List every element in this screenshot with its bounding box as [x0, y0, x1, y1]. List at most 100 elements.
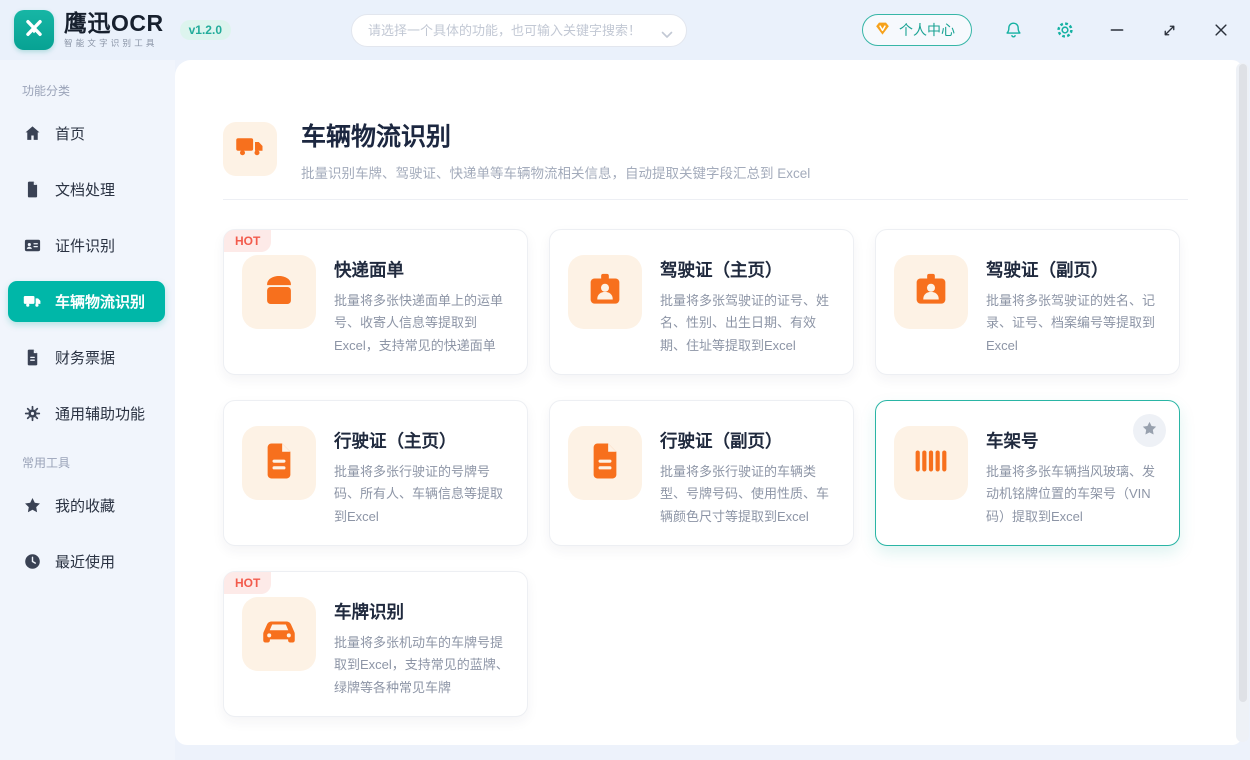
function-search — [351, 14, 687, 47]
star-icon — [1141, 420, 1158, 442]
sidebar-item-label: 通用辅助功能 — [55, 403, 145, 424]
app-tagline: 智能文字识别工具 — [64, 39, 164, 48]
card-icon-box — [568, 426, 642, 500]
feature-card-vehicle-license-main[interactable]: 行驶证（主页） 批量将多张行驶证的号牌号码、所有人、车辆信息等提取到Excel — [223, 400, 528, 546]
card-description: 批量将多张驾驶证的姓名、记录、证号、档案编号等提取到Excel — [986, 290, 1163, 357]
package-icon — [258, 269, 300, 316]
gear-icon — [23, 404, 42, 423]
card-title: 行驶证（主页） — [334, 428, 511, 453]
card-icon-box — [894, 255, 968, 329]
sidebar-item-home[interactable]: 首页 — [8, 113, 165, 154]
sidebar-item-vehicle-logistics[interactable]: 车辆物流识别 — [8, 281, 165, 322]
vip-diamond-icon — [873, 19, 892, 41]
star-icon — [23, 496, 42, 515]
app-name: 鹰迅OCR — [64, 12, 164, 35]
id-badge-icon — [584, 269, 626, 316]
sidebar-item-id-recognition[interactable]: 证件识别 — [8, 225, 165, 266]
feature-card-vin-number[interactable]: 车架号 批量将多张车辆挡风玻璃、发动机铭牌位置的车架号（VIN码）提取到Exce… — [875, 400, 1180, 546]
favorite-star-button[interactable] — [1133, 414, 1166, 447]
sidebar-item-label: 文档处理 — [55, 179, 115, 200]
sidebar-section-label: 功能分类 — [22, 82, 175, 99]
car-icon — [258, 611, 300, 658]
feature-card-grid: HOT 快递面单 批量将多张快递面单上的运单号、收寄人信息等提 — [223, 229, 1188, 717]
document-lines-icon — [584, 440, 626, 487]
version-badge: v1.2.0 — [180, 20, 231, 40]
logo-text: 鹰迅OCR 智能文字识别工具 — [64, 12, 164, 48]
card-title: 驾驶证（副页） — [986, 257, 1163, 282]
document-icon — [23, 180, 42, 199]
category-icon-box — [223, 122, 277, 176]
feature-card-vehicle-license-secondary[interactable]: 行驶证（副页） 批量将多张行驶证的车辆类型、号牌号码、使用性质、车辆颜色尺寸等提… — [549, 400, 854, 546]
sidebar-section-label: 常用工具 — [22, 454, 175, 471]
search-input[interactable] — [351, 14, 687, 47]
card-description: 批量将多张行驶证的车辆类型、号牌号码、使用性质、车辆颜色尺寸等提取到Excel — [660, 461, 837, 528]
page-title: 车辆物流识别 — [301, 122, 810, 152]
clock-icon — [23, 552, 42, 571]
page-subtitle: 批量识别车牌、驾驶证、快递单等车辆物流相关信息，自动提取关键字段汇总到 Exce… — [301, 162, 810, 182]
sidebar-item-label: 最近使用 — [55, 551, 115, 572]
card-title: 驾驶证（主页） — [660, 257, 837, 282]
resize-window-button[interactable] — [1158, 19, 1180, 41]
receipt-icon — [23, 348, 42, 367]
sidebar-item-label: 财务票据 — [55, 347, 115, 368]
logo-x-bird-icon — [21, 15, 47, 46]
user-center-label: 个人中心 — [899, 20, 955, 40]
card-title: 行驶证（副页） — [660, 428, 837, 453]
scrollbar-thumb[interactable] — [1239, 64, 1247, 702]
card-body: 行驶证（主页） 批量将多张行驶证的号牌号码、所有人、车辆信息等提取到Excel — [334, 426, 511, 545]
vin-bars-icon — [910, 440, 952, 487]
document-lines-icon — [258, 440, 300, 487]
card-description: 批量将多张行驶证的号牌号码、所有人、车辆信息等提取到Excel — [334, 461, 511, 528]
card-description: 批量将多张车辆挡风玻璃、发动机铭牌位置的车架号（VIN码）提取到Excel — [986, 461, 1163, 528]
card-icon-box — [242, 597, 316, 671]
home-icon — [23, 124, 42, 143]
card-body: 行驶证（副页） 批量将多张行驶证的车辆类型、号牌号码、使用性质、车辆颜色尺寸等提… — [660, 426, 837, 545]
card-body: 快递面单 批量将多张快递面单上的运单号、收寄人信息等提取到Excel，支持常见的… — [334, 255, 511, 374]
chevron-down-icon[interactable] — [661, 26, 673, 44]
user-center-button[interactable]: 个人中心 — [862, 14, 972, 46]
feature-card-license-plate[interactable]: HOT 车牌识 — [223, 571, 528, 717]
content-area: 车辆物流识别 批量识别车牌、驾驶证、快递单等车辆物流相关信息，自动提取关键字段汇… — [175, 60, 1250, 760]
sidebar-item-label: 首页 — [55, 123, 85, 144]
card-icon-box — [242, 255, 316, 329]
id-card-icon — [23, 236, 42, 255]
app-logo — [14, 10, 54, 50]
sidebar-item-general-tools[interactable]: 通用辅助功能 — [8, 393, 165, 434]
card-body: 车牌识别 批量将多张机动车的车牌号提取到Excel，支持常见的蓝牌、绿牌等各种常… — [334, 597, 511, 716]
feature-card-drivers-license-secondary[interactable]: 驾驶证（副页） 批量将多张驾驶证的姓名、记录、证号、档案编号等提取到Excel — [875, 229, 1180, 375]
sidebar-item-label: 车辆物流识别 — [55, 291, 145, 312]
notification-bell-icon[interactable] — [1002, 19, 1024, 41]
card-description: 批量将多张驾驶证的证号、姓名、性别、出生日期、有效期、住址等提取到Excel — [660, 290, 837, 357]
id-badge-icon — [910, 269, 952, 316]
sidebar-item-label: 证件识别 — [55, 235, 115, 256]
app-window: 鹰迅OCR 智能文字识别工具 v1.2.0 个人中心 — [0, 0, 1250, 760]
main-panel: 车辆物流识别 批量识别车牌、驾驶证、快递单等车辆物流相关信息，自动提取关键字段汇… — [175, 60, 1242, 745]
card-body: 驾驶证（副页） 批量将多张驾驶证的姓名、记录、证号、档案编号等提取到Excel — [986, 255, 1163, 374]
page-header-text: 车辆物流识别 批量识别车牌、驾驶证、快递单等车辆物流相关信息，自动提取关键字段汇… — [301, 122, 810, 182]
sidebar-item-financial-receipts[interactable]: 财务票据 — [8, 337, 165, 378]
hot-badge: HOT — [224, 230, 271, 252]
card-icon-box — [242, 426, 316, 500]
card-icon-box — [568, 255, 642, 329]
feature-card-drivers-license-main[interactable]: 驾驶证（主页） 批量将多张驾驶证的证号、姓名、性别、出生日期、有效期、住址等提取… — [549, 229, 854, 375]
feature-card-express-waybill[interactable]: HOT 快递面单 批量将多张快递面单上的运单号、收寄人信息等提 — [223, 229, 528, 375]
settings-gear-icon[interactable] — [1054, 19, 1076, 41]
minimize-button[interactable] — [1106, 19, 1128, 41]
close-button[interactable] — [1210, 19, 1232, 41]
page-header: 车辆物流识别 批量识别车牌、驾驶证、快递单等车辆物流相关信息，自动提取关键字段汇… — [223, 122, 1188, 182]
card-title: 快递面单 — [334, 257, 511, 282]
card-icon-box — [894, 426, 968, 500]
sidebar: 功能分类 首页 文档处理 — [0, 60, 175, 760]
card-description: 批量将多张机动车的车牌号提取到Excel，支持常见的蓝牌、绿牌等各种常见车牌 — [334, 632, 511, 699]
hot-badge: HOT — [224, 572, 271, 594]
sidebar-item-recently-used[interactable]: 最近使用 — [8, 541, 165, 582]
sidebar-item-label: 我的收藏 — [55, 495, 115, 516]
divider — [223, 199, 1188, 200]
topbar-right: 个人中心 — [862, 14, 1232, 46]
sidebar-item-documents[interactable]: 文档处理 — [8, 169, 165, 210]
card-description: 批量将多张快递面单上的运单号、收寄人信息等提取到Excel，支持常见的快递面单 — [334, 290, 511, 357]
vertical-scrollbar[interactable] — [1236, 63, 1249, 742]
card-body: 驾驶证（主页） 批量将多张驾驶证的证号、姓名、性别、出生日期、有效期、住址等提取… — [660, 255, 837, 374]
sidebar-item-favorites[interactable]: 我的收藏 — [8, 485, 165, 526]
truck-icon — [23, 292, 42, 311]
